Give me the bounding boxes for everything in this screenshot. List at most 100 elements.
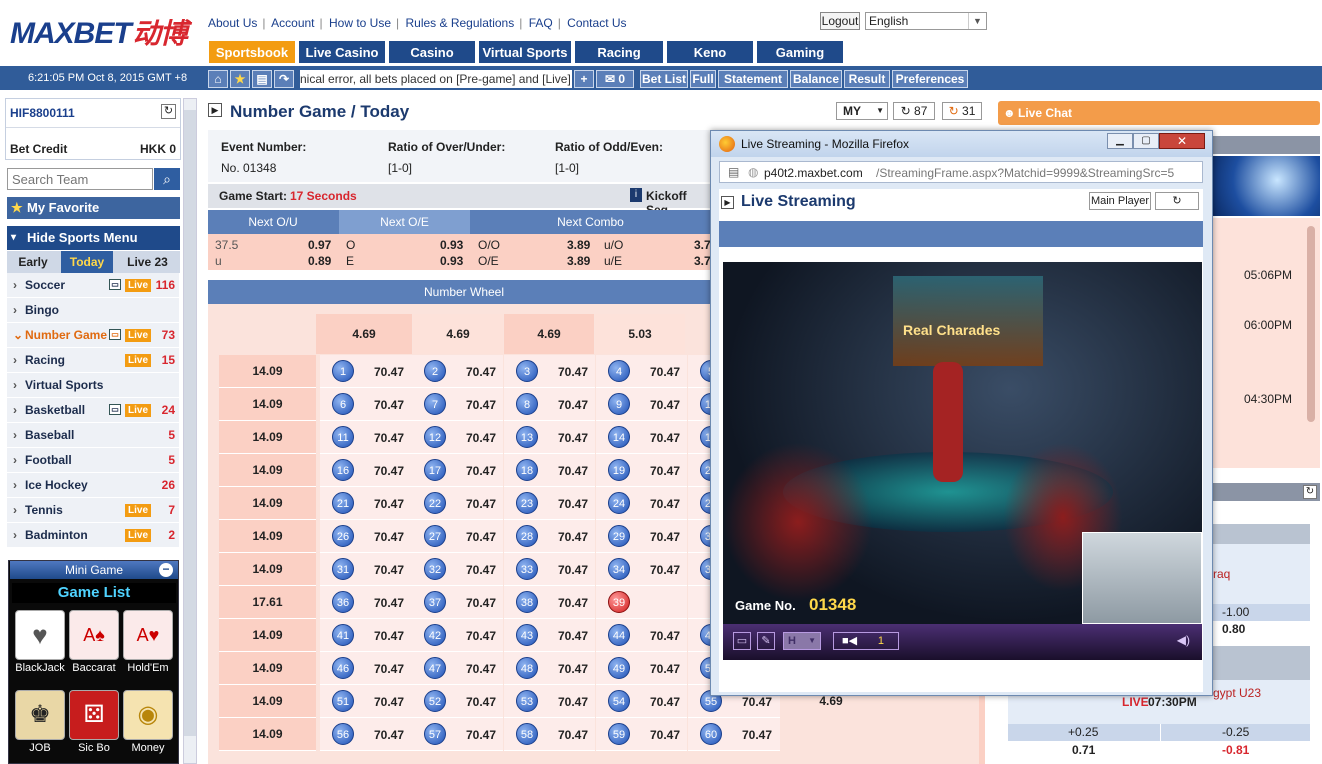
minimize-icon[interactable]: ▁ xyxy=(1107,133,1133,149)
number-cell[interactable]: 44 70.47 xyxy=(596,619,687,652)
number-cell[interactable]: 51 70.47 xyxy=(320,685,412,718)
close-icon[interactable]: ✕ xyxy=(1159,133,1205,149)
number-cell[interactable]: 36 70.47 xyxy=(320,586,412,619)
sidebar-item-soccer[interactable]: › Soccer ▭ Live 116 xyxy=(7,273,179,298)
number-cell[interactable]: 26 70.47 xyxy=(320,520,412,553)
collapse-icon[interactable]: ▶ xyxy=(208,103,222,117)
maximize-icon[interactable]: ▢ xyxy=(1133,133,1159,149)
refresh-icon[interactable]: ↻ xyxy=(161,104,176,119)
row-odd[interactable]: 14.09 xyxy=(219,553,316,586)
number-cell[interactable]: 33 70.47 xyxy=(504,553,595,586)
row-odd[interactable]: 14.09 xyxy=(219,718,316,751)
hide-sports-menu[interactable]: ▾ Hide Sports Menu xyxy=(7,226,180,250)
tab-gaming[interactable]: Gaming xyxy=(756,40,844,64)
sicbo-card[interactable]: ⚄ xyxy=(69,690,119,740)
number-cell[interactable]: 4 70.47 xyxy=(596,355,687,388)
link-about-us[interactable]: About Us xyxy=(208,16,257,30)
sidebar-item-baseball[interactable]: › Baseball 5 xyxy=(7,423,179,448)
main-player-button[interactable]: Main Player xyxy=(1089,192,1151,210)
sidebar-item-virtual-sports[interactable]: › Virtual Sports xyxy=(7,373,179,398)
holdem-card[interactable]: A♥ xyxy=(123,610,173,660)
tab-casino[interactable]: Casino xyxy=(388,40,476,64)
number-cell[interactable]: 2 70.47 xyxy=(412,355,503,388)
number-cell[interactable]: 37 70.47 xyxy=(412,586,503,619)
sidebar-item-bingo[interactable]: › Bingo xyxy=(7,298,179,323)
sidebar-item-basketball[interactable]: › Basketball ▭ Live 24 xyxy=(7,398,179,423)
number-cell[interactable]: 41 70.47 xyxy=(320,619,412,652)
column-odd[interactable]: 4.69 xyxy=(504,314,594,354)
ou-under-odd[interactable]: 0.89 xyxy=(308,254,331,268)
number-cell[interactable]: 57 70.47 xyxy=(412,718,503,751)
tab-virtual-sports[interactable]: Virtual Sports xyxy=(478,40,572,64)
number-cell[interactable]: 19 70.47 xyxy=(596,454,687,487)
collapse-icon[interactable]: ▶ xyxy=(721,196,734,209)
live-chat-button[interactable]: ☻ Live Chat xyxy=(998,101,1320,125)
column-odd[interactable]: 4.69 xyxy=(413,314,503,354)
language-select[interactable]: English ▼ xyxy=(865,12,987,30)
promo-banner[interactable] xyxy=(1213,156,1320,216)
number-cell[interactable]: 27 70.47 xyxy=(412,520,503,553)
number-cell[interactable]: 32 70.47 xyxy=(412,553,503,586)
logout-button[interactable]: Logout xyxy=(820,12,860,30)
link-faq[interactable]: FAQ xyxy=(529,16,553,30)
refresh-button-2[interactable]: ↻ 31 xyxy=(942,102,982,120)
maxbet-logo[interactable]: MAXBET动博 xyxy=(10,12,188,52)
row-odd[interactable]: 14.09 xyxy=(219,355,316,388)
combo-odd[interactable]: 3.89 xyxy=(567,254,590,268)
statement-button[interactable]: Statement xyxy=(718,70,788,88)
number-cell[interactable]: 34 70.47 xyxy=(596,553,687,586)
sidebar-item-tennis[interactable]: › Tennis Live 7 xyxy=(7,498,179,523)
link-account[interactable]: Account xyxy=(271,16,314,30)
scrollbar-thumb[interactable] xyxy=(184,110,196,736)
number-cell[interactable]: 1 70.47 xyxy=(320,355,412,388)
row-odd[interactable]: 14.09 xyxy=(219,388,316,421)
refresh-icon[interactable]: ↻ xyxy=(1303,485,1317,499)
row-odd[interactable]: 14.09 xyxy=(219,652,316,685)
number-cell[interactable]: 53 70.47 xyxy=(504,685,595,718)
number-cell[interactable]: 47 70.47 xyxy=(412,652,503,685)
number-cell[interactable]: 8 70.47 xyxy=(504,388,595,421)
tv-icon[interactable]: ▭ xyxy=(733,632,751,650)
number-cell[interactable]: 28 70.47 xyxy=(504,520,595,553)
number-cell[interactable]: 42 70.47 xyxy=(412,619,503,652)
sidebar-item-racing[interactable]: › Racing Live 15 xyxy=(7,348,179,373)
row-odd[interactable]: 14.09 xyxy=(219,619,316,652)
handicap-odd[interactable]: -0.81 xyxy=(1222,743,1249,757)
pen-icon[interactable]: ✎ xyxy=(757,632,775,650)
number-cell[interactable]: 9 70.47 xyxy=(596,388,687,421)
combo-odd[interactable]: 3.89 xyxy=(567,238,590,252)
job-card[interactable]: ♚ xyxy=(15,690,65,740)
number-cell[interactable]: 14 70.47 xyxy=(596,421,687,454)
home-icon[interactable]: ⌂ xyxy=(208,70,228,88)
sidebar-item-football[interactable]: › Football 5 xyxy=(7,448,179,473)
number-cell[interactable]: 23 70.47 xyxy=(504,487,595,520)
handicap-odd[interactable]: 0.71 xyxy=(1072,743,1095,757)
number-cell[interactable]: 46 70.47 xyxy=(320,652,412,685)
my-favorite-button[interactable]: ★ My Favorite xyxy=(7,197,180,219)
row-odd[interactable]: 14.09 xyxy=(219,421,316,454)
number-cell[interactable]: 7 70.47 xyxy=(412,388,503,421)
number-cell[interactable]: 13 70.47 xyxy=(504,421,595,454)
row-odd[interactable]: 14.09 xyxy=(219,454,316,487)
address-bar[interactable]: ▤ ◍ p40t2.maxbet.com /StreamingFrame.asp… xyxy=(719,161,1203,183)
oe-odd-odd[interactable]: 0.93 xyxy=(440,238,463,252)
full-button[interactable]: Full xyxy=(690,70,716,88)
tab-live-casino[interactable]: Live Casino xyxy=(298,40,386,64)
number-cell[interactable]: 39 xyxy=(596,586,687,619)
number-cell[interactable]: 31 70.47 xyxy=(320,553,412,586)
baccarat-card[interactable]: A♠ xyxy=(69,610,119,660)
handicap-odd[interactable]: 0.80 xyxy=(1222,622,1245,636)
tab-racing[interactable]: Racing xyxy=(574,40,664,64)
tab-sportsbook[interactable]: Sportsbook xyxy=(208,40,296,64)
print-icon[interactable]: ▤ xyxy=(252,70,272,88)
refresh-icon[interactable]: ↻ xyxy=(1155,192,1199,210)
number-cell[interactable]: 38 70.47 xyxy=(504,586,595,619)
tab-today[interactable]: Today xyxy=(61,251,113,273)
bet-list-button[interactable]: Bet List xyxy=(640,70,688,88)
combo-odd[interactable]: 3.7 xyxy=(694,238,711,252)
number-cell[interactable]: 58 70.47 xyxy=(504,718,595,751)
volume-icon[interactable]: ◀) xyxy=(1177,633,1190,647)
row-odd[interactable]: 14.09 xyxy=(219,520,316,553)
number-cell[interactable]: 60 70.47 xyxy=(688,718,780,751)
row-odd[interactable]: 17.61 xyxy=(219,586,316,619)
